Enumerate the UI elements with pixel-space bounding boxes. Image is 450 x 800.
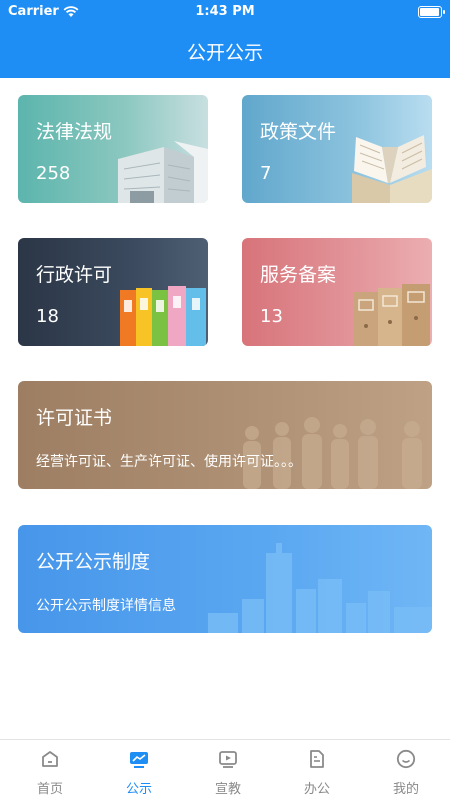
card-policy-title: 政策文件 [260, 121, 337, 143]
card-public-system-subtitle: 公开公示制度详情信息 [36, 598, 176, 614]
status-bar: Carrier 1:43 PM [0, 0, 450, 24]
tab-education[interactable]: 宣教 [183, 740, 273, 800]
tab-publicity[interactable]: 公示 [94, 740, 184, 800]
open-book-illustration [352, 135, 432, 203]
page-title: 公开公示 [186, 42, 263, 64]
home-icon [42, 751, 58, 767]
tab-mine[interactable]: 我的 [361, 740, 450, 800]
card-policy[interactable]: 政策文件 7 [242, 95, 432, 203]
document-icon [310, 750, 324, 768]
card-policy-count: 7 [260, 163, 272, 184]
tab-publicity-label: 公示 [125, 782, 152, 797]
card-laws-count: 258 [36, 163, 71, 184]
card-public-system[interactable]: 公开公示制度 公开公示制度详情信息 [18, 525, 432, 633]
card-certificate-title: 许可证书 [36, 407, 113, 429]
tab-education-label: 宣教 [214, 782, 241, 797]
building-illustration [118, 141, 208, 203]
bottom-tab-bar: 首页 公示 宣教 办公 我的 [0, 739, 450, 800]
status-time: 1:43 PM [195, 4, 255, 19]
card-service-title: 服务备案 [260, 264, 337, 286]
binders-illustration [120, 286, 206, 346]
tab-home[interactable]: 首页 [5, 740, 95, 800]
tab-office[interactable]: 办公 [272, 740, 362, 800]
video-icon [219, 751, 237, 768]
battery-icon [418, 6, 445, 18]
card-license-count: 18 [36, 306, 59, 327]
card-service[interactable]: 服务备案 13 [242, 238, 432, 346]
card-laws-title: 法律法规 [36, 121, 113, 143]
card-service-count: 13 [260, 306, 283, 327]
card-public-system-title: 公开公示制度 [36, 551, 151, 573]
card-certificate[interactable]: 许可证书 经营许可证、生产许可证、使用许可证。。。 [18, 381, 432, 489]
tab-office-label: 办公 [303, 782, 330, 797]
archive-boxes-illustration [354, 284, 430, 346]
card-license[interactable]: 行政许可 18 [18, 238, 208, 346]
card-certificate-subtitle: 经营许可证、生产许可证、使用许可证。。。 [36, 454, 302, 470]
tab-mine-label: 我的 [392, 782, 419, 797]
app-header: Carrier 1:43 PM 公开公示 [0, 0, 450, 78]
smile-face-icon [396, 749, 416, 769]
people-silhouette-illustration [243, 417, 422, 489]
chart-monitor-icon [130, 752, 148, 768]
card-license-title: 行政许可 [36, 264, 113, 286]
city-skyline-illustration [208, 543, 432, 633]
card-laws[interactable]: 法律法规 258 [18, 95, 208, 203]
tab-home-label: 首页 [36, 782, 63, 797]
